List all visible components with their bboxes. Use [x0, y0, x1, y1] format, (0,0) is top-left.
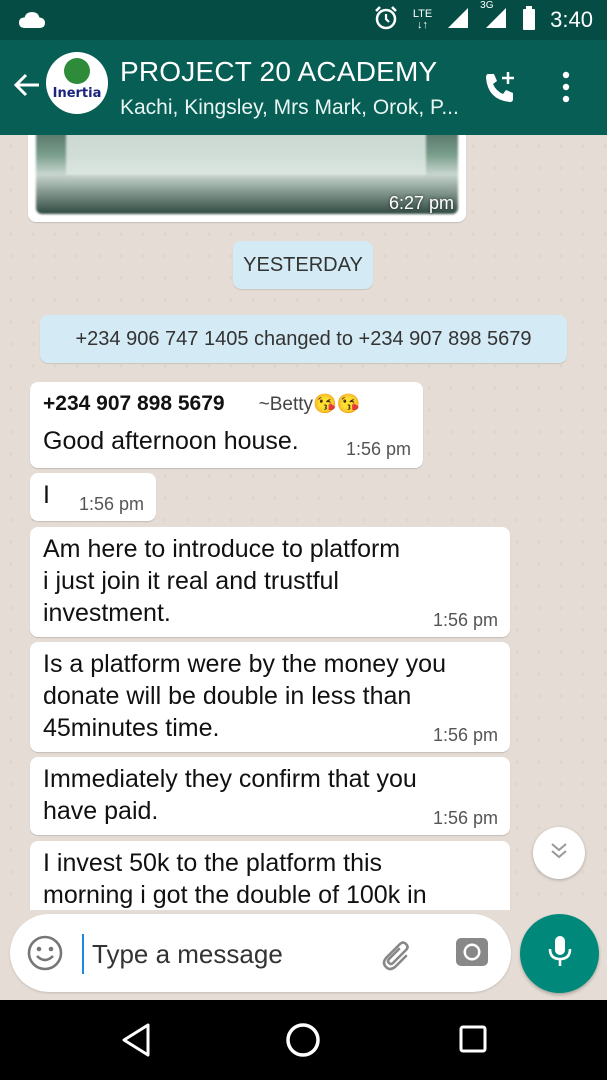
- lte-indicator: LTE ↓↑: [413, 9, 432, 31]
- message-bubble[interactable]: Am here to introduce to platform i just …: [30, 527, 510, 637]
- message-text: I: [43, 481, 50, 509]
- message-time: 1:56 pm: [432, 610, 498, 630]
- group-name[interactable]: PROJECT 20 ACADEMY: [120, 56, 437, 88]
- nav-home-icon[interactable]: [283, 1020, 323, 1065]
- system-message: +234 906 747 1405 changed to +234 907 89…: [40, 315, 567, 363]
- message-time: 1:56 pm: [78, 494, 144, 514]
- paperclip-icon[interactable]: [380, 936, 416, 977]
- message-bubble[interactable]: Is a platform were by the money you dona…: [30, 642, 510, 752]
- message-time: 1:56 pm: [432, 808, 498, 828]
- message-text: Immediately they confirm that you have p…: [43, 765, 417, 825]
- message-text: I invest 50k to the platform this mornin…: [43, 849, 427, 909]
- nav-back-icon[interactable]: [120, 1022, 152, 1063]
- add-call-icon[interactable]: [482, 70, 518, 111]
- message-text: Good afternoon house.: [43, 427, 299, 455]
- globe-icon: [64, 58, 90, 84]
- date-divider: YESTERDAY: [233, 241, 373, 289]
- group-members[interactable]: Kachi, Kingsley, Mrs Mark, Orok, P...: [120, 96, 459, 120]
- avatar-brand-text: Inertia: [52, 86, 102, 101]
- message-bubble[interactable]: I 1:56 pm: [30, 473, 156, 521]
- sim2-label: 3G: [480, 0, 494, 11]
- message-text: Am here to introduce to platform i just …: [43, 535, 401, 627]
- sender-nickname: ~Betty😘😘: [258, 394, 361, 415]
- signal-icon: [446, 6, 470, 35]
- sender-phone[interactable]: +234 907 898 5679: [43, 392, 225, 415]
- message-composer[interactable]: [10, 914, 511, 992]
- group-avatar[interactable]: Inertia: [46, 52, 108, 114]
- camera-icon[interactable]: [454, 934, 490, 975]
- status-bar: LTE ↓↑ 3G 3:40: [0, 0, 607, 40]
- signal-3g-icon: 3G: [480, 0, 508, 35]
- message-time: 6:27 pm: [388, 193, 454, 213]
- back-arrow-icon[interactable]: [12, 70, 42, 105]
- cloud-icon: [18, 10, 46, 35]
- scroll-to-bottom-button[interactable]: [533, 827, 585, 879]
- microphone-icon: [546, 934, 574, 973]
- message-bubble[interactable]: +234 907 898 5679 ~Betty😘😘 Good afternoon…: [30, 382, 423, 468]
- message-bubble[interactable]: I invest 50k to the platform this mornin…: [30, 841, 510, 910]
- alarm-icon: [373, 5, 399, 36]
- message-input[interactable]: [82, 934, 372, 974]
- clock: 3:40: [550, 7, 593, 32]
- emoji-icon[interactable]: [26, 934, 64, 977]
- more-options-icon[interactable]: [560, 70, 572, 109]
- chat-area[interactable]: 6:27 pm YESTERDAY +234 906 747 1405 chan…: [0, 135, 607, 910]
- voice-message-button[interactable]: [520, 914, 599, 993]
- nav-recents-icon[interactable]: [458, 1024, 488, 1059]
- system-navigation-bar: [0, 1000, 607, 1080]
- message-bubble[interactable]: Immediately they confirm that you have p…: [30, 757, 510, 835]
- message-time: 1:56 pm: [432, 725, 498, 745]
- message-text: Is a platform were by the money you dona…: [43, 650, 446, 742]
- chat-header[interactable]: Inertia PROJECT 20 ACADEMY Kachi, Kingsl…: [0, 40, 607, 135]
- data-arrows: ↓↑: [416, 19, 428, 31]
- image-message[interactable]: 6:27 pm: [28, 135, 466, 222]
- double-chevron-down-icon: [548, 840, 570, 867]
- message-time: 1:56 pm: [345, 439, 411, 459]
- battery-icon: [522, 5, 536, 35]
